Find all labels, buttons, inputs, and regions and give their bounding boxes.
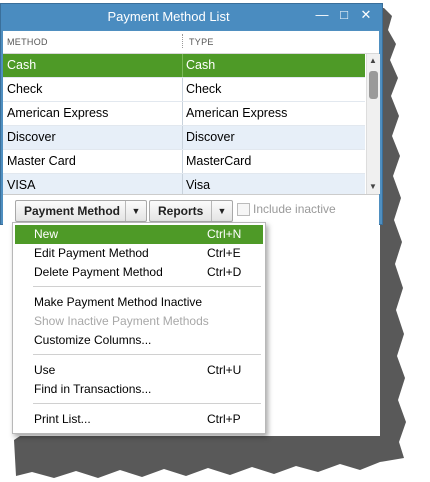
type-cell: Check bbox=[186, 82, 222, 96]
window-title: Payment Method List bbox=[107, 9, 230, 24]
chevron-down-icon[interactable]: ▼ bbox=[125, 201, 146, 221]
payment-method-menu: New Ctrl+N Edit Payment Method Ctrl+E De… bbox=[12, 222, 266, 434]
payment-method-list-window: Payment Method List — □ ✕ METHOD TYPE Ca… bbox=[0, 3, 383, 225]
payment-method-button-label: Payment Method bbox=[24, 204, 121, 218]
method-cell: Check bbox=[7, 82, 43, 96]
type-cell: Discover bbox=[186, 130, 235, 144]
column-header-type[interactable]: TYPE bbox=[189, 37, 214, 47]
method-cell: Discover bbox=[7, 130, 56, 144]
scroll-thumb[interactable] bbox=[369, 71, 378, 99]
menu-item-print-list[interactable]: Print List... Ctrl+P bbox=[15, 410, 263, 429]
type-cell: American Express bbox=[186, 106, 288, 120]
include-inactive-label: Include inactive bbox=[253, 202, 336, 216]
reports-button-label: Reports bbox=[158, 204, 204, 218]
table-row[interactable]: Master Card MasterCard bbox=[3, 150, 365, 174]
titlebar[interactable]: Payment Method List — □ ✕ bbox=[1, 4, 382, 30]
table-rows: Cash Cash Check Check American Express A… bbox=[3, 54, 365, 198]
table-row[interactable]: Cash Cash bbox=[3, 54, 365, 78]
method-cell: Cash bbox=[7, 58, 37, 72]
table-row[interactable]: Discover Discover bbox=[3, 126, 365, 150]
menu-item-delete[interactable]: Delete Payment Method Ctrl+D bbox=[15, 263, 263, 282]
list-footer: Payment Method ▼ Reports ▼ Include inact… bbox=[3, 194, 379, 225]
include-inactive-checkbox[interactable] bbox=[237, 203, 250, 216]
menu-item-find-in-transactions[interactable]: Find in Transactions... bbox=[15, 380, 263, 399]
scroll-up-icon[interactable]: ▲ bbox=[369, 56, 377, 65]
menu-item-customize-columns[interactable]: Customize Columns... bbox=[15, 331, 263, 350]
maximize-icon[interactable]: □ bbox=[335, 7, 353, 23]
menu-item-make-inactive[interactable]: Make Payment Method Inactive bbox=[15, 293, 263, 312]
menu-item-new[interactable]: New Ctrl+N bbox=[15, 225, 263, 244]
column-separator[interactable] bbox=[182, 34, 183, 48]
reports-button[interactable]: Reports ▼ bbox=[149, 200, 233, 222]
method-cell: VISA bbox=[7, 178, 36, 192]
type-cell: MasterCard bbox=[186, 154, 252, 168]
chevron-down-icon[interactable]: ▼ bbox=[211, 201, 232, 221]
list-body: METHOD TYPE Cash Cash Check Check Americ… bbox=[3, 31, 380, 225]
column-header: METHOD TYPE bbox=[3, 31, 379, 54]
type-cell: Visa bbox=[186, 178, 211, 192]
menu-separator bbox=[33, 286, 261, 287]
method-cell: Master Card bbox=[7, 154, 76, 168]
vertical-scrollbar[interactable]: ▲ ▼ bbox=[366, 54, 380, 194]
menu-item-use[interactable]: Use Ctrl+U bbox=[15, 361, 263, 380]
table-row[interactable]: Check Check bbox=[3, 78, 365, 102]
type-cell: Cash bbox=[186, 58, 216, 72]
scroll-down-icon[interactable]: ▼ bbox=[369, 182, 377, 191]
minimize-icon[interactable]: — bbox=[313, 7, 331, 23]
table-row[interactable]: American Express American Express bbox=[3, 102, 365, 126]
menu-separator bbox=[33, 354, 261, 355]
payment-method-button[interactable]: Payment Method ▼ bbox=[15, 200, 147, 222]
menu-item-show-inactive: Show Inactive Payment Methods bbox=[34, 314, 209, 328]
close-icon[interactable]: ✕ bbox=[357, 7, 375, 23]
menu-item-edit[interactable]: Edit Payment Method Ctrl+E bbox=[15, 244, 263, 263]
method-cell: American Express bbox=[7, 106, 109, 120]
column-header-method[interactable]: METHOD bbox=[7, 37, 48, 47]
menu-separator bbox=[33, 403, 261, 404]
